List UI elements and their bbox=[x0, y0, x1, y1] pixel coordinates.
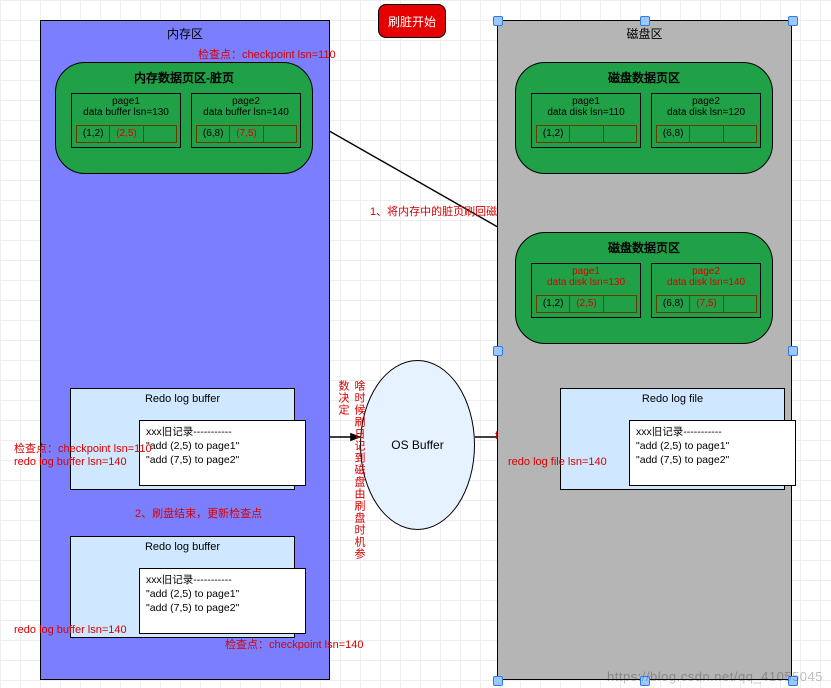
disk-after-page2: page2 data disk lsn=140 (6,8) (7,5) bbox=[651, 263, 761, 318]
flush-timing-label: 啥时候刷日记到磁盘由刷盘时机参数决定 bbox=[335, 380, 353, 570]
slots: (1,2) bbox=[536, 125, 636, 143]
card-line: "add (7,5) to page2" bbox=[146, 601, 299, 615]
page-lsn: data disk lsn=110 bbox=[532, 107, 640, 118]
page-name: page2 bbox=[652, 96, 760, 107]
slot bbox=[143, 125, 177, 143]
slots: (1,2) (2,5) bbox=[536, 295, 636, 313]
disk-pages-after-title: 磁盘数据页区 bbox=[516, 239, 772, 256]
slot: (6,8) bbox=[196, 125, 230, 143]
os-buffer: OS Buffer bbox=[360, 360, 475, 530]
slot bbox=[689, 125, 723, 143]
slot: (1,2) bbox=[536, 125, 570, 143]
mem-page2: page2 data buffer lsn=140 (6,8) (7,5) bbox=[191, 93, 301, 148]
slot: (7,5) bbox=[229, 125, 263, 143]
redo1-buf-label: redo log buffer lsn=140 bbox=[14, 456, 127, 468]
mem-page1-lsn: data buffer lsn=130 bbox=[72, 107, 180, 118]
dirty-pages-title: 内存数据页区-脏页 bbox=[56, 69, 312, 86]
redo-buffer-1-title: Redo log buffer bbox=[71, 393, 294, 405]
page-lsn: data disk lsn=140 bbox=[652, 277, 760, 288]
start-badge-label: 刷脏开始 bbox=[388, 13, 436, 30]
selection-handle-icon bbox=[788, 16, 798, 26]
disk-pages-before: 磁盘数据页区 page1 data disk lsn=110 (1,2) pag… bbox=[515, 62, 773, 174]
slot bbox=[263, 125, 297, 143]
slot: (1,2) bbox=[536, 295, 570, 313]
flush-timing-text: 啥时候刷日记到磁盘由刷盘时机参数决定 bbox=[335, 380, 367, 570]
selection-handle-icon bbox=[493, 346, 503, 356]
disk-region-title: 磁盘区 bbox=[498, 25, 791, 42]
mem-page1: page1 data buffer lsn=130 (1,2) (2,5) bbox=[71, 93, 181, 148]
slots: (6,8) (7,5) bbox=[656, 295, 756, 313]
card-line: "add (2,5) to page1" bbox=[636, 439, 789, 453]
mem-page2-lsn: data buffer lsn=140 bbox=[192, 107, 300, 118]
selection-handle-icon bbox=[640, 16, 650, 26]
redo1-cp-label: 检查点：checkpoint lsn=110 bbox=[14, 440, 152, 456]
memory-checkpoint-label: 检查点：checkpoint lsn=110 bbox=[198, 46, 336, 62]
disk-pages-after: 磁盘数据页区 page1 data disk lsn=130 (1,2) (2,… bbox=[515, 232, 773, 344]
slot bbox=[723, 295, 757, 313]
card-line: "add (2,5) to page1" bbox=[146, 587, 299, 601]
page-lsn: data disk lsn=120 bbox=[652, 107, 760, 118]
card-line: "add (7,5) to page2" bbox=[146, 453, 299, 467]
disk-before-page1: page1 data disk lsn=110 (1,2) bbox=[531, 93, 641, 148]
slot: (7,5) bbox=[689, 295, 723, 313]
slot: (1,2) bbox=[76, 125, 110, 143]
card-line: xxx旧记录----------- bbox=[146, 573, 299, 587]
page-name: page1 bbox=[532, 96, 640, 107]
redo-log-file-card: xxx旧记录----------- "add (2,5) to page1" "… bbox=[629, 420, 796, 486]
card-line: xxx旧记录----------- bbox=[146, 425, 299, 439]
mem-page1-slots: (1,2) (2,5) bbox=[76, 125, 176, 143]
slots: (6,8) bbox=[656, 125, 756, 143]
disk-before-page2: page2 data disk lsn=120 (6,8) bbox=[651, 93, 761, 148]
slot bbox=[603, 125, 637, 143]
card-line: "add (7,5) to page2" bbox=[636, 453, 789, 467]
disk-after-page1: page1 data disk lsn=130 (1,2) (2,5) bbox=[531, 263, 641, 318]
step2-label: 2、刷盘结束，更新检查点 bbox=[135, 505, 262, 521]
slot: (2,5) bbox=[569, 295, 603, 313]
redo-buffer-1-card: xxx旧记录----------- "add (2,5) to page1" "… bbox=[139, 420, 306, 486]
dirty-pages-group: 内存数据页区-脏页 page1 data buffer lsn=130 (1,2… bbox=[55, 62, 313, 174]
redo2-right-label: 检查点：checkpoint lsn=140 bbox=[225, 636, 363, 652]
slot: (6,8) bbox=[656, 295, 690, 313]
os-buffer-label: OS Buffer bbox=[391, 438, 443, 452]
page-lsn: data disk lsn=130 bbox=[532, 277, 640, 288]
selection-handle-icon bbox=[493, 16, 503, 26]
redo2-left-label: redo log buffer lsn=140 bbox=[14, 624, 127, 636]
slot bbox=[603, 295, 637, 313]
page-name: page1 bbox=[532, 266, 640, 277]
slot bbox=[569, 125, 603, 143]
slot: (2,5) bbox=[109, 125, 143, 143]
redo-buffer-2-title: Redo log buffer bbox=[71, 541, 294, 553]
slot bbox=[723, 125, 757, 143]
mem-page2-slots: (6,8) (7,5) bbox=[196, 125, 296, 143]
card-line: xxx旧记录----------- bbox=[636, 425, 789, 439]
page-name: page2 bbox=[652, 266, 760, 277]
redo-buffer-2-card: xxx旧记录----------- "add (2,5) to page1" "… bbox=[139, 568, 306, 634]
mem-page2-name: page2 bbox=[192, 96, 300, 107]
start-badge: 刷脏开始 bbox=[378, 4, 446, 38]
slot: (6,8) bbox=[656, 125, 690, 143]
selection-handle-icon bbox=[788, 346, 798, 356]
mem-page1-name: page1 bbox=[72, 96, 180, 107]
card-line: "add (2,5) to page1" bbox=[146, 439, 299, 453]
watermark: https://blog.csdn.net/qq_41055045 bbox=[607, 669, 823, 684]
mem-to-disk-label: 1、将内存中的脏页刷回磁盘 bbox=[370, 203, 508, 219]
selection-handle-icon bbox=[493, 676, 503, 686]
redo-file-lsn-label: redo log file lsn=140 bbox=[508, 456, 607, 468]
disk-pages-before-title: 磁盘数据页区 bbox=[516, 69, 772, 86]
memory-region-title: 内存区 bbox=[41, 25, 329, 42]
redo-log-file-title: Redo log file bbox=[561, 393, 784, 405]
